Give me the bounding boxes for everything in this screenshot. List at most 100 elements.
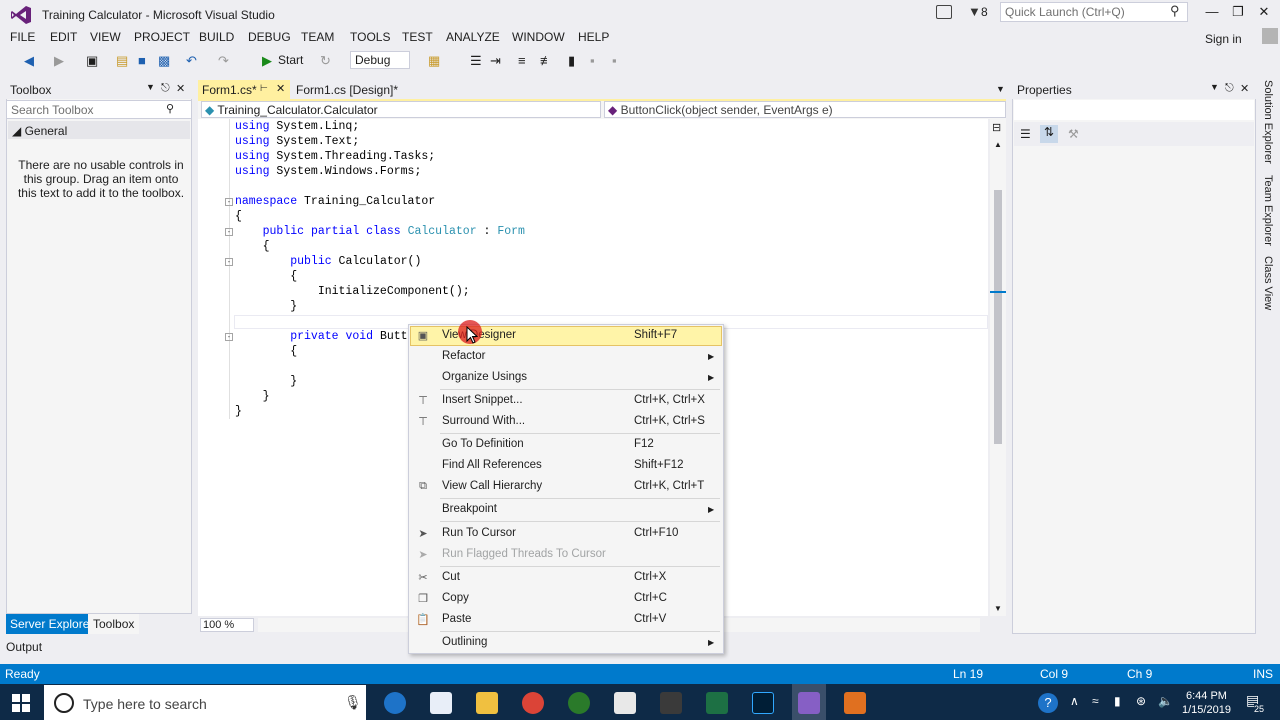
find-icon[interactable]: ▦ [428,53,440,69]
tab-class-view[interactable]: Class View [1262,256,1274,310]
pin-icon[interactable]: ⊢ [260,83,268,94]
indent-icon[interactable]: ⇥ [490,53,501,69]
toolbox-group-general[interactable]: ◢ General [8,121,190,139]
edge-icon[interactable] [384,692,406,714]
battery-icon[interactable]: ▮ [1114,694,1121,708]
taskbar-search-input[interactable]: Type here to search [83,696,207,712]
next-bookmark-icon[interactable]: ▪ [612,53,617,68]
pin-icon[interactable]: ⎋ [1225,82,1234,95]
collapse-namespace-icon[interactable]: - [225,198,233,206]
search-icon[interactable]: ⚲ [166,102,174,115]
photoshop-icon[interactable] [752,692,774,714]
microphone-icon[interactable]: 🎙 [344,694,362,711]
member-dropdown[interactable]: ◆ ButtonClick(object sender, EventArgs e… [604,101,1006,118]
excel-icon[interactable] [706,692,728,714]
menu-project[interactable]: PROJECT [134,30,190,44]
filter-icon[interactable]: ▼ [968,4,981,19]
mail-icon[interactable] [614,692,636,714]
prev-bookmark-icon[interactable]: ▪ [590,53,595,68]
notifications-icon[interactable] [936,5,952,19]
quick-launch-input[interactable]: Quick Launch (Ctrl+Q) [1000,2,1188,22]
config-select[interactable]: Debug [350,51,410,69]
tab-solution-explorer[interactable]: Solution Explorer [1262,80,1274,164]
align-icon[interactable]: ☰ [470,53,482,69]
sign-in-link[interactable]: Sign in [1205,32,1242,46]
type-dropdown[interactable]: ◆ Training_Calculator.Calculator [201,101,601,118]
tab-form1-cs[interactable]: Form1.cs* ⊢ ✕ [198,80,290,99]
menu-test[interactable]: TEST [402,30,433,44]
redo-icon[interactable]: ↷ [218,53,229,69]
tab-server-explorer[interactable]: Server Explorer [6,614,98,634]
store-icon[interactable] [660,692,682,714]
code-line-16: { [235,345,298,358]
forward-icon[interactable]: ▶ [54,53,64,69]
new-project-icon[interactable]: ▣ [86,53,98,69]
volume-icon[interactable]: 🔈 [1158,694,1173,708]
toolbox-search-input[interactable]: Search Toolbox [6,100,192,119]
maximize-button[interactable]: ❐ [1228,4,1248,20]
back-icon[interactable]: ◀ [24,53,34,69]
bluetooth-icon[interactable]: ⊛ [1136,694,1146,708]
save-all-icon[interactable]: ▩ [158,53,170,69]
split-icon[interactable]: ⊟ [992,121,1001,134]
menu-window[interactable]: WINDOW [512,30,565,44]
dropbox-icon[interactable] [430,692,452,714]
dropdown-icon[interactable]: ▼ [146,82,155,92]
menu-debug[interactable]: DEBUG [248,30,291,44]
close-icon[interactable]: ✕ [176,82,185,95]
file-explorer-icon[interactable] [476,692,498,714]
surround-icon: ⊤ [418,416,428,428]
collapse-ctor-icon[interactable]: - [225,258,233,266]
menu-edit[interactable]: EDIT [50,30,77,44]
dropdown-icon[interactable]: ▼ [1210,82,1219,92]
alphabetical-icon[interactable]: ⇅ [1040,125,1058,143]
help-icon[interactable]: ? [1038,693,1058,713]
undo-icon[interactable]: ↶ [186,53,197,69]
tab-team-explorer[interactable]: Team Explorer [1262,175,1274,246]
close-button[interactable]: ✕ [1254,4,1274,20]
collapse-method-icon[interactable]: - [225,333,233,341]
scrollbar-thumb[interactable] [994,190,1002,444]
tab-toolbox[interactable]: Toolbox [88,614,140,634]
menu-view[interactable]: VIEW [90,30,121,44]
tab-output[interactable]: Output [6,640,42,654]
categorized-icon[interactable]: ☰ [1020,127,1031,141]
show-hidden-icons-icon[interactable]: ∧ [1070,694,1079,708]
collapse-class-icon[interactable]: - [225,228,233,236]
close-tab-icon[interactable]: ✕ [276,82,285,95]
tab-form1-design[interactable]: Form1.cs [Design]* [292,80,432,99]
start-button[interactable]: Start [278,53,303,67]
close-icon[interactable]: ✕ [1240,82,1249,95]
save-icon[interactable]: ■ [138,53,146,68]
chrome-icon[interactable] [522,692,544,714]
scroll-up-icon[interactable]: ▲ [994,140,1002,149]
start-icon[interactable]: ▶ [262,53,272,69]
taskbar-clock[interactable]: 6:44 PM 1/15/2019 [1182,689,1231,717]
arduino-icon[interactable] [568,692,590,714]
bookmark-icon[interactable]: ▮ [568,53,575,69]
minimize-button[interactable]: — [1202,4,1222,19]
menu-help[interactable]: HELP [578,30,609,44]
uncomment-icon[interactable]: ≢ [540,53,553,68]
menu-build[interactable]: BUILD [199,30,234,44]
wifi-icon[interactable]: ≈ [1092,694,1099,708]
scroll-down-icon[interactable]: ▼ [994,604,1002,613]
windows-start-icon[interactable] [12,694,30,712]
open-folder-icon[interactable]: ▤ [116,53,128,69]
pin-icon[interactable]: ⎋ [161,82,170,95]
menu-tools[interactable]: TOOLS [350,30,390,44]
user-avatar-icon[interactable] [1262,28,1278,44]
properties-object-select[interactable] [1014,100,1254,120]
zoom-select[interactable]: 100 % [200,618,254,632]
menu-item-label: Outlining [442,636,488,648]
tab-overflow-icon[interactable]: ▼ [996,84,1005,94]
comment-icon[interactable]: ≡ [518,53,526,68]
wrench-icon[interactable]: ⚒ [1068,127,1079,141]
paint-icon[interactable] [844,692,866,714]
menu-team[interactable]: TEAM [301,30,334,44]
search-icon[interactable]: ⚲ [1170,3,1180,19]
menu-file[interactable]: FILE [10,30,35,44]
restart-icon[interactable]: ↻ [320,53,331,69]
menu-analyze[interactable]: ANALYZE [446,30,500,44]
menu-item-shortcut: Ctrl+K, Ctrl+S [634,415,705,427]
